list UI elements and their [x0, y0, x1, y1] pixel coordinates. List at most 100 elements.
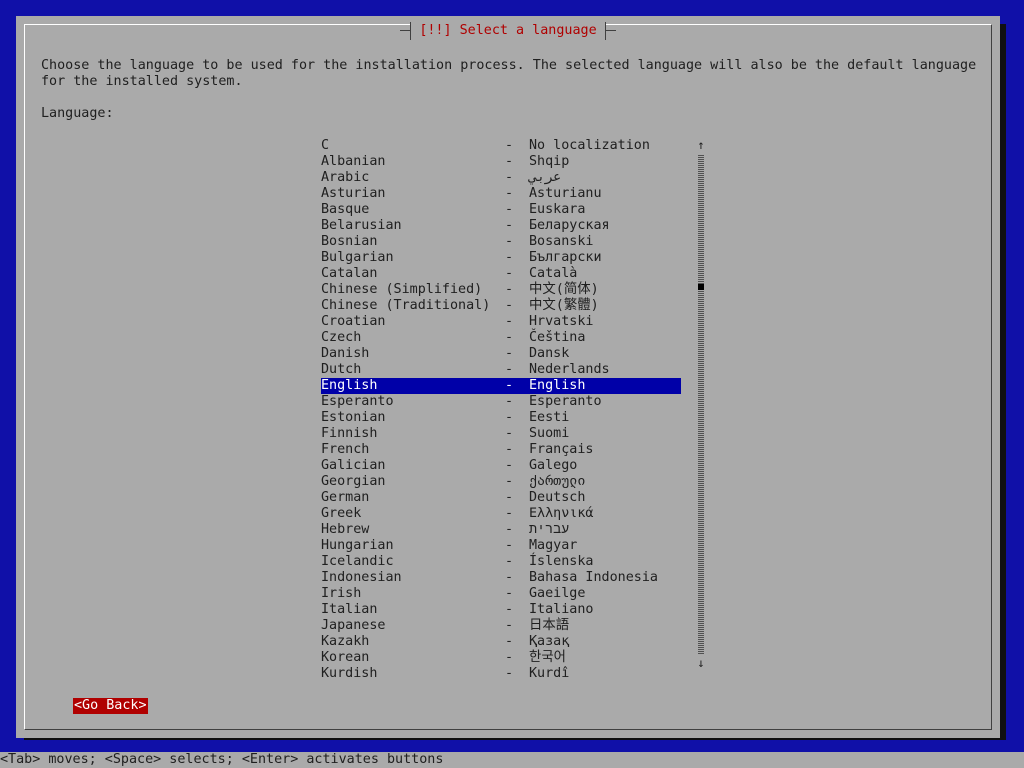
- scroll-down-arrow-icon[interactable]: ↓: [697, 656, 705, 670]
- language-option[interactable]: Hungarian - Magyar: [321, 538, 681, 554]
- language-option[interactable]: Kazakh - Қазақ: [321, 634, 681, 650]
- language-name: Catalan: [321, 266, 378, 281]
- language-option[interactable]: Icelandic - Íslenska: [321, 554, 681, 570]
- language-name: Asturian: [321, 186, 386, 201]
- language-name: Japanese: [321, 618, 386, 633]
- separator-dash: -: [505, 634, 514, 649]
- language-native-name: Íslenska: [529, 554, 594, 569]
- language-option[interactable]: Georgian - ქართული: [321, 474, 681, 490]
- language-name: Hungarian: [321, 538, 394, 553]
- description-line-1: Choose the language to be used for the i…: [41, 58, 977, 73]
- separator-dash: -: [505, 234, 514, 249]
- language-option[interactable]: Estonian - Eesti: [321, 410, 681, 426]
- separator-dash: -: [505, 474, 514, 489]
- language-native-name: عربي: [529, 170, 562, 185]
- language-native-name: Gaeilge: [529, 586, 586, 601]
- separator-dash: -: [505, 426, 514, 441]
- language-name: Italian: [321, 602, 378, 617]
- language-name: Estonian: [321, 410, 386, 425]
- language-option[interactable]: Korean - 한국어: [321, 650, 681, 666]
- status-bar-hint: <Tab> moves; <Space> selects; <Enter> ac…: [0, 752, 1024, 768]
- separator-dash: -: [505, 330, 514, 345]
- language-option[interactable]: Catalan - Català: [321, 266, 681, 282]
- language-list[interactable]: C - No localization Albanian - Shqip Arabic - عر…: [321, 138, 681, 682]
- language-option[interactable]: Esperanto - Esperanto: [321, 394, 681, 410]
- separator-dash: -: [505, 602, 514, 617]
- language-option[interactable]: C - No localization: [321, 138, 681, 154]
- scroll-track[interactable]: [698, 154, 704, 654]
- separator-dash: -: [505, 442, 514, 457]
- separator-dash: -: [505, 618, 514, 633]
- separator-dash: -: [505, 458, 514, 473]
- language-option[interactable]: Danish - Dansk: [321, 346, 681, 362]
- dialog-title: [!!] Select a language: [400, 22, 617, 40]
- language-option[interactable]: Bosnian - Bosanski: [321, 234, 681, 250]
- list-scrollbar[interactable]: ↑ ↓: [697, 138, 705, 670]
- language-option[interactable]: German - Deutsch: [321, 490, 681, 506]
- language-option[interactable]: Greek - Ελληνικά: [321, 506, 681, 522]
- language-option[interactable]: Bulgarian - Български: [321, 250, 681, 266]
- language-option[interactable]: English - English: [321, 378, 681, 394]
- go-back-button[interactable]: <Go Back>: [73, 698, 148, 714]
- language-option[interactable]: Croatian - Hrvatski: [321, 314, 681, 330]
- language-native-name: עברית: [529, 522, 570, 537]
- language-option[interactable]: Asturian - Asturianu: [321, 186, 681, 202]
- language-option[interactable]: Italian - Italiano: [321, 602, 681, 618]
- separator-dash: -: [505, 250, 514, 265]
- language-option[interactable]: Hebrew - עברית: [321, 522, 681, 538]
- language-name: Esperanto: [321, 394, 394, 409]
- language-option[interactable]: Chinese (Traditional) - 中文(繁體): [321, 298, 681, 314]
- separator-dash: -: [505, 394, 514, 409]
- separator-dash: -: [505, 170, 514, 185]
- language-option[interactable]: Irish - Gaeilge: [321, 586, 681, 602]
- language-native-name: Magyar: [529, 538, 578, 553]
- separator-dash: -: [505, 506, 514, 521]
- installer-screen: [!!] Select a language Choose the langua…: [0, 0, 1024, 768]
- language-native-name: 한국어: [529, 650, 566, 665]
- language-name: Galician: [321, 458, 386, 473]
- language-option[interactable]: Chinese (Simplified) - 中文(简体): [321, 282, 681, 298]
- separator-dash: -: [505, 538, 514, 553]
- separator-dash: -: [505, 314, 514, 329]
- language-native-name: Nederlands: [529, 362, 610, 377]
- language-option[interactable]: Albanian - Shqip: [321, 154, 681, 170]
- language-name: Finnish: [321, 426, 378, 441]
- title-bar: [!!] Select a language: [25, 22, 991, 40]
- language-option[interactable]: Dutch - Nederlands: [321, 362, 681, 378]
- language-native-name: Suomi: [529, 426, 570, 441]
- language-native-name: Asturianu: [529, 186, 602, 201]
- language-name: Bulgarian: [321, 250, 394, 265]
- language-option[interactable]: Czech - Čeština: [321, 330, 681, 346]
- language-native-name: Беларуская: [529, 218, 610, 233]
- language-option[interactable]: French - Français: [321, 442, 681, 458]
- language-native-name: Galego: [529, 458, 578, 473]
- language-name: Kazakh: [321, 634, 370, 649]
- language-option[interactable]: Belarusian - Беларуская: [321, 218, 681, 234]
- language-option[interactable]: Kurdish - Kurdî: [321, 666, 681, 682]
- language-native-name: Esperanto: [529, 394, 602, 409]
- language-native-name: Euskara: [529, 202, 586, 217]
- separator-dash: -: [505, 186, 514, 201]
- language-native-name: Français: [529, 442, 594, 457]
- scroll-up-arrow-icon[interactable]: ↑: [697, 138, 705, 152]
- separator-dash: -: [505, 522, 514, 537]
- language-option[interactable]: Japanese - 日本語: [321, 618, 681, 634]
- scroll-thumb[interactable]: [698, 284, 704, 290]
- language-label: Language:: [41, 106, 114, 121]
- language-option[interactable]: Indonesian - Bahasa Indonesia: [321, 570, 681, 586]
- separator-dash: -: [505, 378, 514, 393]
- language-native-name: Ελληνικά: [529, 506, 594, 521]
- description-line-2: for the installed system.: [41, 74, 243, 89]
- language-option[interactable]: Arabic - عربي: [321, 170, 681, 186]
- language-native-name: 日本語: [529, 618, 570, 633]
- language-name: Chinese (Traditional): [321, 298, 491, 313]
- language-native-name: Hrvatski: [529, 314, 594, 329]
- language-option[interactable]: Finnish - Suomi: [321, 426, 681, 442]
- language-option[interactable]: Galician - Galego: [321, 458, 681, 474]
- language-name: Georgian: [321, 474, 386, 489]
- language-option[interactable]: Basque - Euskara: [321, 202, 681, 218]
- language-native-name: Dansk: [529, 346, 570, 361]
- language-native-name: English: [529, 378, 586, 393]
- separator-dash: -: [505, 650, 514, 665]
- separator-dash: -: [505, 298, 514, 313]
